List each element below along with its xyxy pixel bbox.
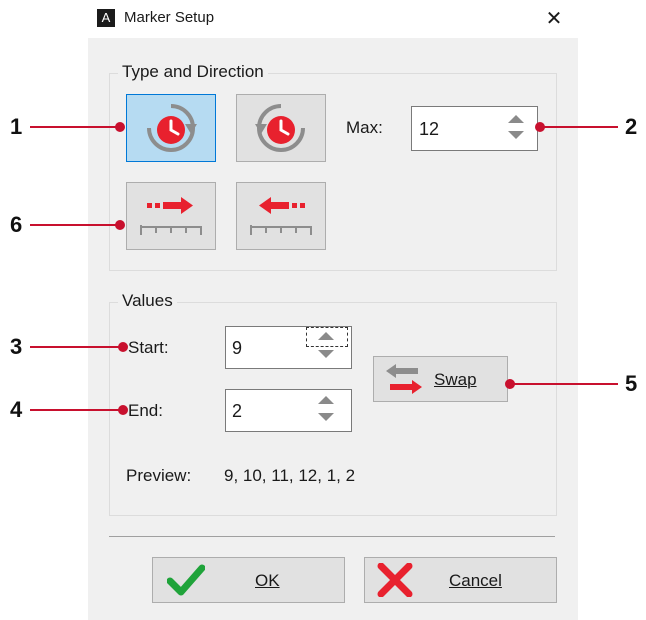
max-label: Max: — [346, 118, 383, 137]
cancel-button[interactable]: Cancel — [364, 557, 557, 603]
callout-6: 6 — [10, 212, 23, 237]
type-direction-label: Type and Direction — [118, 62, 268, 82]
callout-6-line — [30, 224, 120, 226]
direction-left-button[interactable] — [236, 182, 326, 250]
end-label: End: — [128, 401, 163, 420]
end-spinbox[interactable]: 2 — [225, 389, 352, 432]
cancel-label: Cancel — [449, 571, 502, 590]
callout-1-dot — [115, 122, 125, 132]
direction-right-button[interactable] — [126, 182, 216, 250]
swap-button[interactable]: Swap — [373, 356, 508, 402]
marker-setup-dialog: A Marker Setup ✕ Type and Direction Max:… — [88, 0, 578, 620]
callout-4-dot — [118, 405, 128, 415]
callout-5: 5 — [625, 371, 638, 396]
callout-2-line — [540, 126, 618, 128]
callout-1-line — [30, 126, 120, 128]
callout-3-dot — [118, 342, 128, 352]
callout-3-line — [30, 346, 124, 348]
callout-1: 1 — [10, 114, 23, 139]
checkmark-icon — [167, 564, 205, 596]
ruler-arrow-left-icon — [250, 197, 312, 235]
window-title: Marker Setup — [124, 9, 215, 26]
values-label: Values — [118, 291, 177, 311]
max-spin-down-icon[interactable] — [508, 131, 524, 139]
end-spin-down-icon[interactable] — [318, 413, 334, 421]
callout-4: 4 — [10, 397, 23, 422]
callout-4-line — [30, 409, 124, 411]
preview-label: Preview: — [126, 466, 192, 485]
swap-label: Swap — [434, 370, 477, 389]
title-bar: A Marker Setup ✕ — [88, 0, 578, 38]
start-spin-down-icon[interactable] — [318, 350, 334, 358]
start-spinbox[interactable]: 9 — [225, 326, 352, 369]
callout-5-dot — [505, 379, 515, 389]
start-label: Start: — [128, 338, 169, 357]
swap-arrows-icon — [386, 364, 422, 394]
clockwise-button[interactable] — [126, 94, 216, 162]
ruler-arrow-right-icon — [140, 197, 202, 235]
callout-2: 2 — [625, 114, 638, 139]
close-button[interactable]: ✕ — [536, 4, 572, 34]
counterclockwise-button[interactable] — [236, 94, 326, 162]
cancel-x-icon — [377, 563, 413, 597]
clock-counterclockwise-icon — [255, 104, 305, 152]
callout-5-line — [510, 383, 618, 385]
separator — [109, 536, 555, 537]
end-spin-up-icon[interactable] — [318, 396, 334, 404]
preview-value: 9, 10, 11, 12, 1, 2 — [224, 466, 356, 485]
max-spin-up-icon[interactable] — [508, 115, 524, 123]
app-icon: A — [97, 9, 115, 27]
start-value: 9 — [232, 338, 243, 358]
clock-clockwise-icon — [147, 104, 197, 152]
ok-button[interactable]: OK — [152, 557, 345, 603]
start-spin-up-icon[interactable] — [318, 332, 334, 340]
callout-3: 3 — [10, 334, 23, 359]
end-value: 2 — [232, 401, 243, 421]
ok-label: OK — [255, 571, 280, 590]
callout-2-dot — [535, 122, 545, 132]
max-spinbox[interactable]: 12 — [411, 106, 538, 151]
max-value: 12 — [419, 119, 440, 139]
callout-6-dot — [115, 220, 125, 230]
